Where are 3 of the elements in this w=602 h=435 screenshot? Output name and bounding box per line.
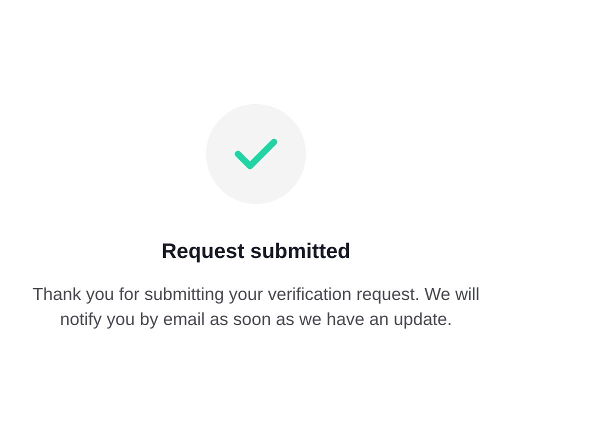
confirmation-message: Thank you for submitting your verification request. We will notify you by email as soon as we have an update. (31, 283, 481, 331)
confirmation-title: Request submitted (161, 240, 351, 264)
checkmark-icon (234, 137, 278, 171)
